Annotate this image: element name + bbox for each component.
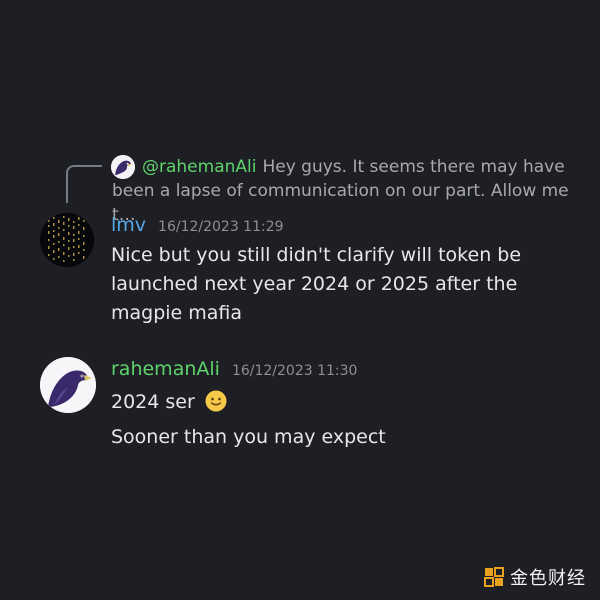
message-body-lmv: Nice but you still didn't clarify will t… bbox=[111, 241, 531, 328]
message-header-lmv: lmv 16/12/2023 11:29 bbox=[111, 214, 284, 236]
avatar-rahemanali[interactable] bbox=[40, 357, 96, 413]
message-text: 2024 ser bbox=[111, 391, 195, 413]
matrix-avatar-icon bbox=[40, 213, 94, 267]
author-name-lmv[interactable]: lmv bbox=[111, 214, 146, 236]
reply-mention[interactable]: @rahemanAli bbox=[142, 157, 256, 177]
message-body-rahemanali-1: 2024 ser bbox=[111, 388, 531, 417]
message-text: Sooner than you may expect bbox=[111, 426, 386, 448]
slightly-smiling-face-icon bbox=[205, 390, 227, 412]
timestamp-rahemanali: 16/12/2023 11:30 bbox=[231, 363, 358, 379]
author-name-rahemanali[interactable]: rahemanAli bbox=[111, 358, 220, 380]
watermark-text: 金色财经 bbox=[510, 568, 586, 589]
timestamp-lmv: 16/12/2023 11:29 bbox=[158, 219, 284, 235]
watermark-logo-icon bbox=[484, 567, 504, 587]
avatar-lmv[interactable] bbox=[40, 213, 94, 267]
watermark: 金色财经 bbox=[484, 564, 586, 590]
message-body-rahemanali-2: Sooner than you may expect bbox=[111, 423, 531, 452]
message-header-rahemanali: rahemanAli 16/12/2023 11:30 bbox=[111, 358, 357, 380]
reply-connector-line bbox=[66, 165, 102, 203]
message-text: Nice but you still didn't clarify will t… bbox=[111, 244, 522, 324]
eagle-avatar-icon bbox=[40, 357, 96, 413]
